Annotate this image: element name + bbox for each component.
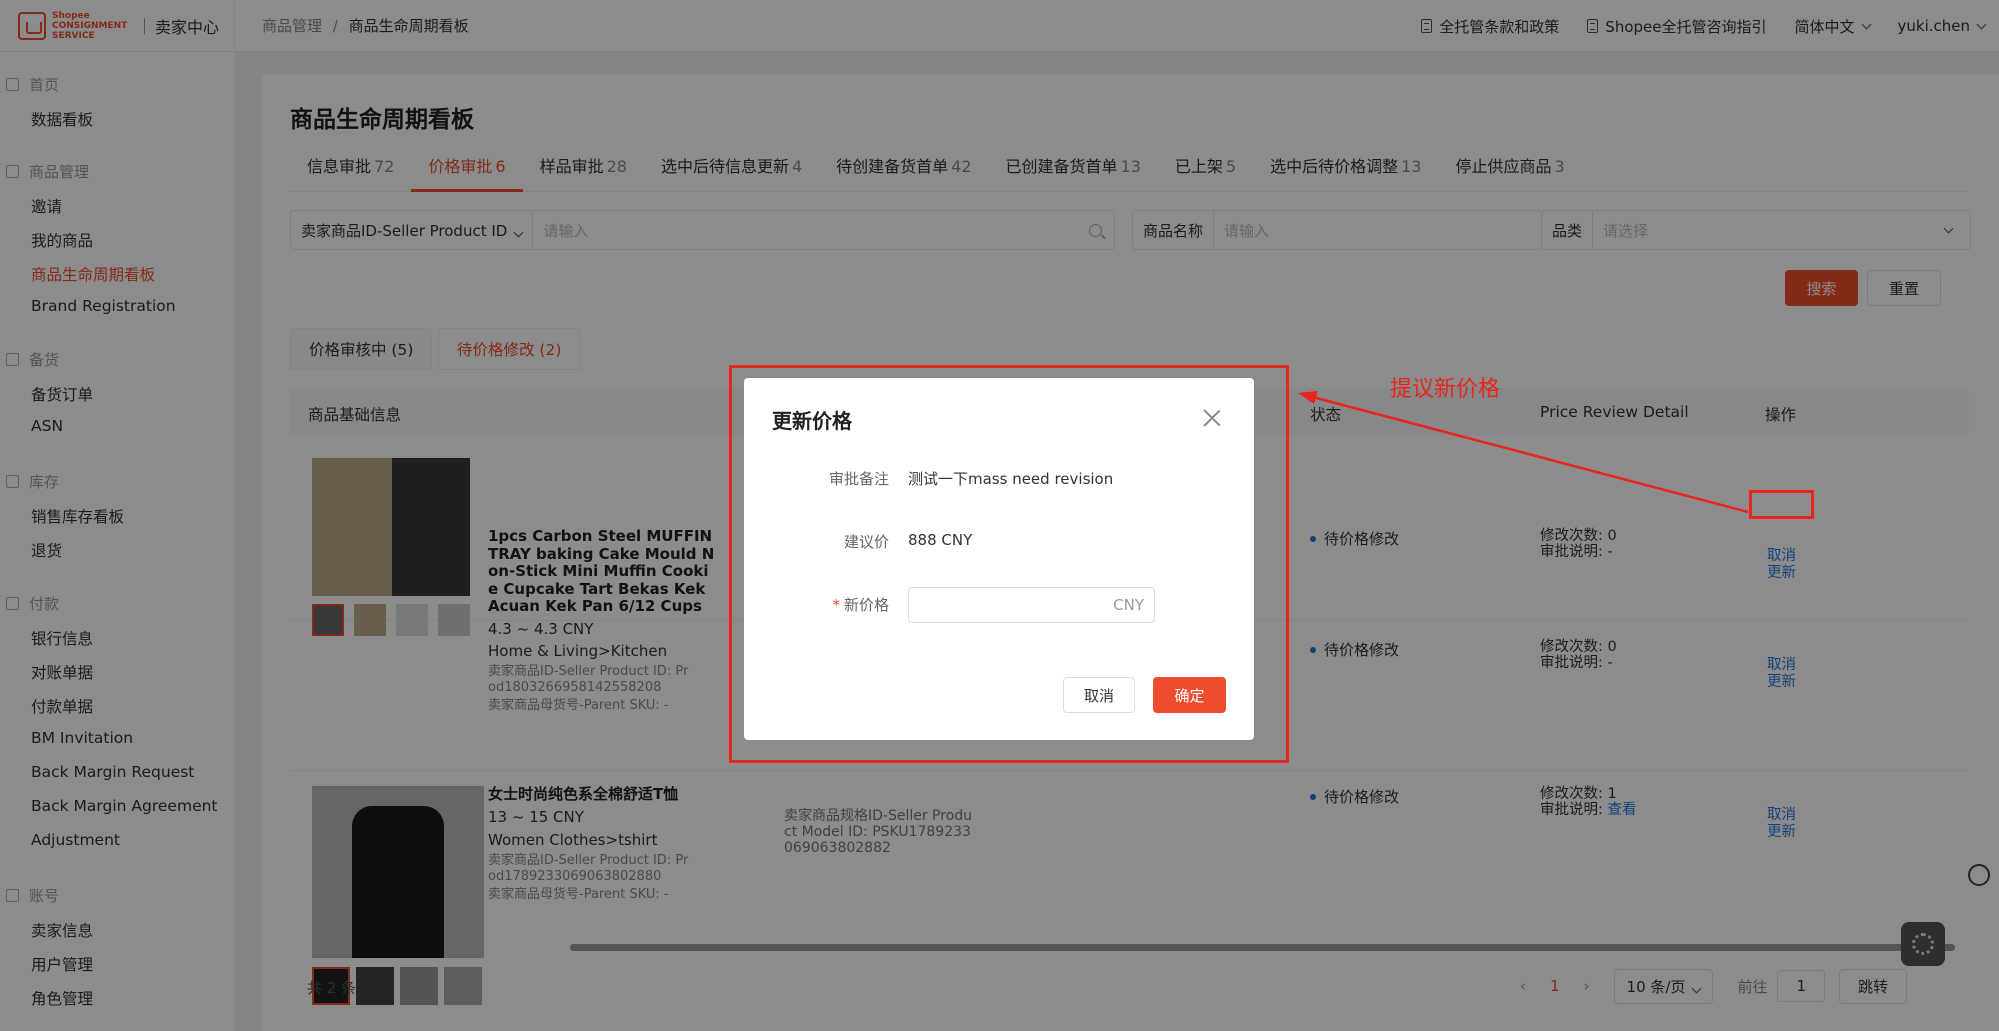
arrow-head [1298, 391, 1318, 404]
annotation-arrow [1298, 391, 1749, 514]
arrow-line [1304, 393, 1749, 514]
